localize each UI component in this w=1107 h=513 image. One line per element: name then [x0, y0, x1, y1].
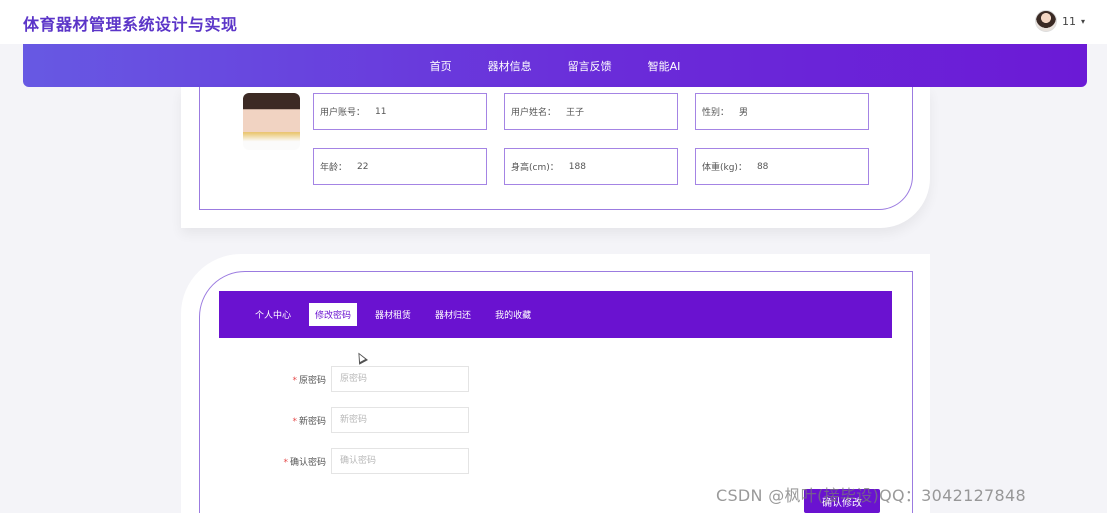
confirm-password-input[interactable] [331, 448, 469, 474]
field-name-label: 用户姓名： [511, 108, 557, 118]
tab-my-favorites[interactable]: 我的收藏 [489, 303, 537, 326]
main-nav: 首页 器材信息 留言反馈 智能AI [23, 44, 1087, 87]
nav-item-home[interactable]: 首页 [430, 58, 452, 74]
field-gender-value: 男 [739, 108, 749, 118]
tab-personal-center[interactable]: 个人中心 [249, 303, 297, 326]
field-height-label: 身高(cm)： [511, 163, 559, 173]
tab-equipment-rental[interactable]: 器材租赁 [369, 303, 417, 326]
field-age-value: 22 [357, 161, 369, 172]
new-password-row: * 新密码 [278, 407, 469, 433]
nav-item-ai[interactable]: 智能AI [648, 58, 681, 74]
old-password-row: * 原密码 [278, 366, 469, 392]
new-password-input[interactable] [331, 407, 469, 433]
field-age: 年龄： 22 [313, 148, 487, 185]
app-title: 体育器材管理系统设计与实现 [23, 15, 238, 34]
tab-equipment-return[interactable]: 器材归还 [429, 303, 477, 326]
profile-card: 用户账号： 11 用户姓名： 王子 性别： 男 年龄： 22 身高(cm)： 1… [181, 87, 930, 228]
profile-avatar [243, 93, 300, 150]
field-weight-label: 体重(kg)： [702, 163, 747, 173]
field-account-label: 用户账号： [320, 108, 366, 118]
new-password-label: * 新密码 [292, 416, 326, 427]
field-height-value: 188 [568, 161, 586, 172]
top-bar: 体育器材管理系统设计与实现 11 ▾ [0, 0, 1107, 44]
chevron-down-icon[interactable]: ▾ [1081, 17, 1085, 26]
field-gender: 性别： 男 [695, 93, 869, 130]
field-weight-value: 88 [756, 161, 769, 172]
field-age-label: 年龄： [320, 163, 348, 173]
confirm-password-row: * 确认密码 [278, 448, 469, 474]
user-avatar[interactable] [1034, 10, 1057, 32]
user-menu[interactable]: 11 ▾ [1034, 10, 1085, 32]
tab-bar: 个人中心 修改密码 器材租赁 器材归还 我的收藏 [219, 291, 892, 338]
confirm-password-label: * 确认密码 [283, 457, 326, 468]
field-name-value: 王子 [566, 108, 585, 118]
field-weight: 体重(kg)： 88 [695, 148, 869, 185]
profile-card-frame: 用户账号： 11 用户姓名： 王子 性别： 男 年龄： 22 身高(cm)： 1… [199, 87, 913, 210]
watermark: CSDN @枫叶(接毕设)QQ：3042127848 [716, 486, 1026, 505]
tab-change-password[interactable]: 修改密码 [309, 303, 358, 326]
old-password-label: * 原密码 [292, 375, 326, 386]
user-name[interactable]: 11 [1062, 15, 1076, 28]
field-name: 用户姓名： 王子 [504, 93, 678, 130]
field-account-value: 11 [375, 106, 387, 117]
field-account: 用户账号： 11 [313, 93, 487, 130]
field-gender-label: 性别： [702, 108, 730, 118]
old-password-input[interactable] [331, 366, 469, 392]
nav-item-feedback[interactable]: 留言反馈 [568, 58, 612, 74]
nav-item-equipment[interactable]: 器材信息 [488, 58, 532, 74]
field-height: 身高(cm)： 188 [504, 148, 678, 185]
